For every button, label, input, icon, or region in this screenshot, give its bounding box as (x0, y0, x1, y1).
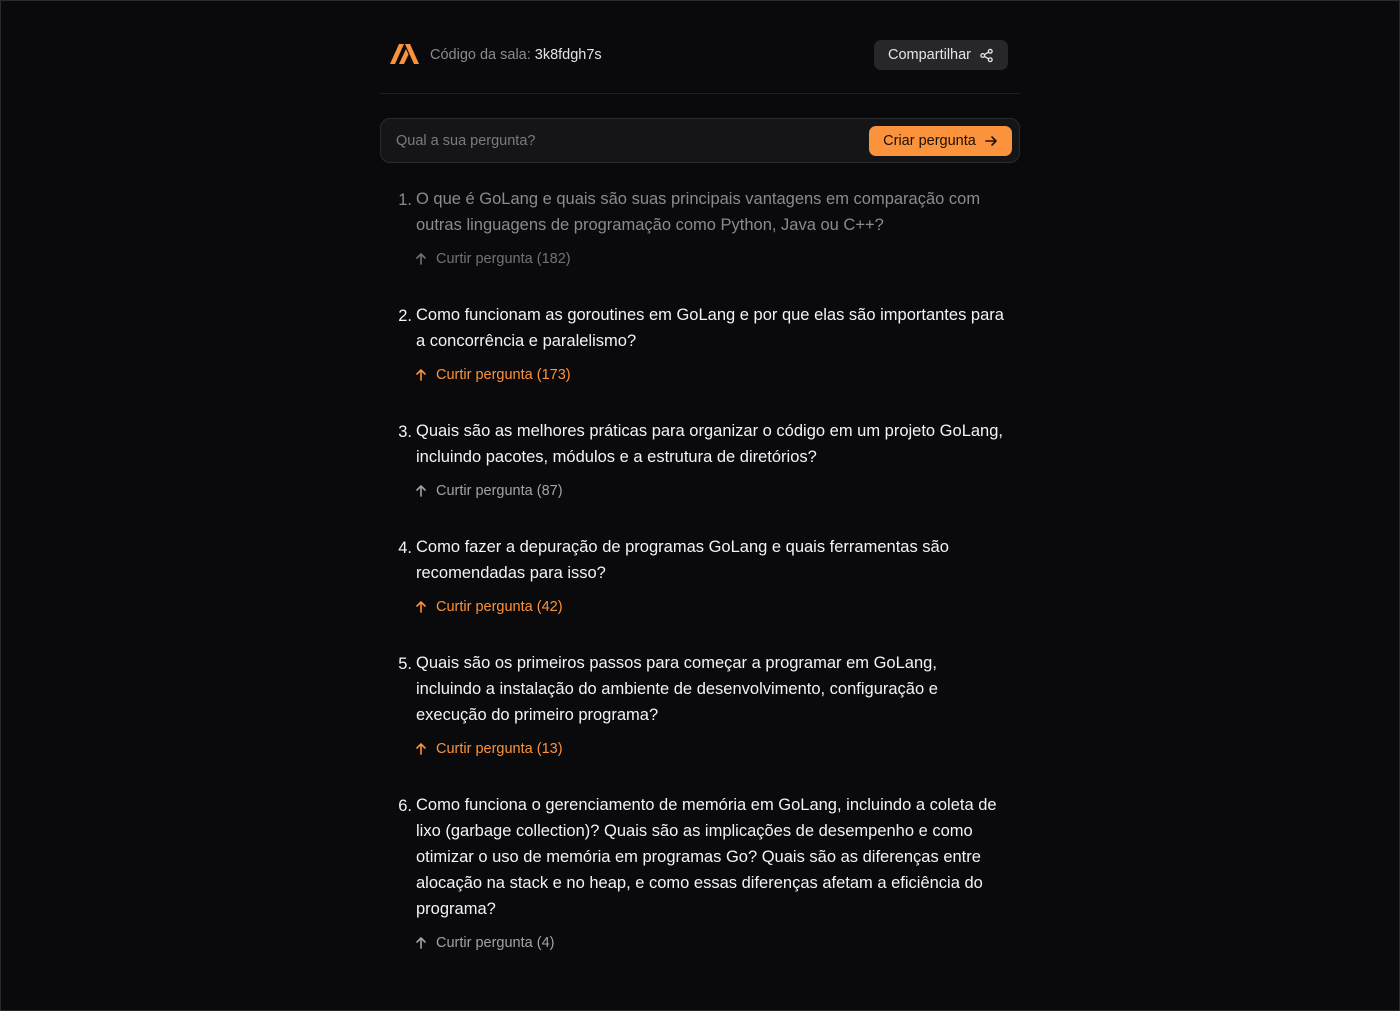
room-code: 3k8fdgh7s (534, 47, 602, 63)
question-input[interactable] (396, 130, 856, 152)
share-icon (979, 48, 994, 63)
like-question-button[interactable]: Curtir pergunta (4) (414, 932, 554, 954)
question-item: 4. Como fazer a depuração de programas Go… (380, 534, 1020, 618)
logo-icon (390, 43, 420, 65)
arrow-right-icon (984, 134, 998, 148)
arrow-up-icon (414, 368, 428, 382)
share-button-label: Compartilhar (888, 47, 971, 63)
create-question-button[interactable]: Criar pergunta (869, 126, 1012, 156)
room-info: Código da sala: 3k8fdgh7s (430, 46, 602, 64)
question-number: 6. (398, 797, 412, 815)
question-item: 6. Como funciona o gerenciamento de memór… (380, 792, 1020, 954)
like-question-button[interactable]: Curtir pergunta (173) (414, 364, 571, 386)
question-text: Como fazer a depuração de programas GoLa… (416, 538, 949, 582)
create-question-label: Criar pergunta (883, 133, 976, 149)
like-count-label: Curtir pergunta (173) (436, 367, 571, 383)
question-item: 2. Como funcionam as goroutines em GoLang… (380, 302, 1020, 386)
like-question-button[interactable]: Curtir pergunta (182) (414, 248, 571, 270)
like-count-label: Curtir pergunta (42) (436, 599, 563, 615)
question-number: 2. (398, 307, 412, 325)
question-text: Como funciona o gerenciamento de memória… (416, 796, 997, 918)
like-count-label: Curtir pergunta (87) (436, 483, 563, 499)
arrow-up-icon (414, 252, 428, 266)
question-number: 5. (398, 655, 412, 673)
question-form: Criar pergunta (380, 118, 1020, 163)
room-code-label: Código da sala: (430, 47, 531, 63)
arrow-up-icon (414, 936, 428, 950)
question-item: 1. O que é GoLang e quais são suas princi… (380, 186, 1020, 270)
like-question-button[interactable]: Curtir pergunta (42) (414, 596, 563, 618)
like-count-label: Curtir pergunta (182) (436, 251, 571, 267)
arrow-up-icon (414, 742, 428, 756)
question-text: Quais são as melhores práticas para orga… (416, 422, 1003, 466)
question-number: 1. (398, 191, 412, 209)
question-number: 4. (398, 539, 412, 557)
share-button[interactable]: Compartilhar (874, 40, 1008, 70)
arrow-up-icon (414, 600, 428, 614)
like-count-label: Curtir pergunta (4) (436, 935, 555, 951)
question-text: Quais são os primeiros passos para começ… (416, 654, 938, 724)
like-question-button[interactable]: Curtir pergunta (87) (414, 480, 563, 502)
room-header: Código da sala: 3k8fdgh7s Compartilhar (380, 40, 1020, 70)
question-text: O que é GoLang e quais são suas principa… (416, 190, 981, 234)
question-number: 3. (398, 423, 412, 441)
header-divider (380, 93, 1020, 94)
arrow-up-icon (414, 484, 428, 498)
question-item: 3. Quais são as melhores práticas para or… (380, 418, 1020, 502)
questions-list: 1. O que é GoLang e quais são suas princi… (380, 186, 1020, 986)
question-item: 5. Quais são os primeiros passos para com… (380, 650, 1020, 760)
like-question-button[interactable]: Curtir pergunta (13) (414, 738, 563, 760)
like-count-label: Curtir pergunta (13) (436, 741, 563, 757)
question-text: Como funcionam as goroutines em GoLang e… (416, 306, 1004, 350)
